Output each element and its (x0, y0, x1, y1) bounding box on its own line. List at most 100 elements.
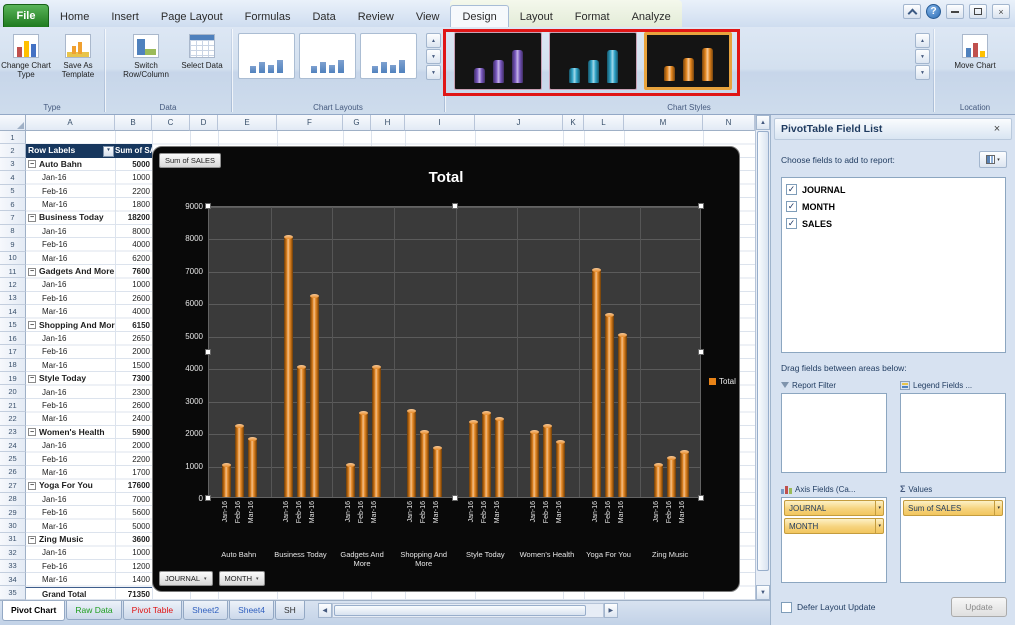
row-header-32[interactable]: 32 (0, 546, 26, 559)
row-header-20[interactable]: 20 (0, 385, 26, 398)
vertical-scrollbar-thumb[interactable] (757, 131, 769, 571)
cell-a23[interactable]: −Women's Health (26, 426, 115, 439)
cell-a18[interactable]: Mar-16 (26, 359, 115, 372)
cell-b15[interactable]: 6150 (115, 319, 152, 332)
bar-women-s-health-feb-16[interactable] (543, 426, 552, 497)
cell-b28[interactable]: 7000 (115, 493, 152, 506)
cell-b31[interactable]: 3600 (115, 533, 152, 546)
field-item-month[interactable]: ✓MONTH (786, 198, 1001, 215)
gallery-up-icon[interactable]: ▲ (915, 33, 930, 48)
row-header-27[interactable]: 27 (0, 479, 26, 492)
row-header-25[interactable]: 25 (0, 452, 26, 465)
field-item-sales[interactable]: ✓SALES (786, 215, 1001, 232)
cell-a34[interactable]: Mar-16 (26, 573, 115, 586)
axis-fields-area[interactable]: JOURNAL▾MONTH▾ (781, 497, 887, 583)
scroll-right-icon[interactable]: ▶ (604, 603, 618, 618)
gallery-down-icon[interactable]: ▼ (915, 49, 930, 64)
selection-handle[interactable] (452, 495, 458, 501)
row-header-15[interactable]: 15 (0, 318, 26, 331)
row-header-13[interactable]: 13 (0, 292, 26, 305)
bar-zing-music-jan-16[interactable] (654, 465, 663, 497)
cell-b27[interactable]: 17600 (115, 479, 152, 492)
collapse-icon[interactable]: − (28, 482, 36, 490)
cell-a20[interactable]: Jan-16 (26, 386, 115, 399)
cell-a6[interactable]: Mar-16 (26, 198, 115, 211)
cell-a19[interactable]: −Style Today (26, 372, 115, 385)
bar-business-today-jan-16[interactable] (284, 237, 293, 497)
bar-business-today-mar-16[interactable] (310, 296, 319, 497)
cell-a31[interactable]: −Zing Music (26, 533, 115, 546)
column-header-i[interactable]: I (405, 115, 475, 131)
cell-b4[interactable]: 1000 (115, 171, 152, 184)
bar-business-today-feb-16[interactable] (297, 367, 306, 497)
cell-b7[interactable]: 18200 (115, 211, 152, 224)
collapse-icon[interactable]: − (28, 160, 36, 168)
update-button[interactable]: Update (951, 597, 1007, 617)
close-icon[interactable]: × (989, 121, 1005, 137)
cell-b34[interactable]: 1400 (115, 573, 152, 586)
row-header-1[interactable]: 1 (0, 131, 26, 144)
chart-style-thumb-purple[interactable] (454, 32, 542, 90)
row-header-29[interactable]: 29 (0, 506, 26, 519)
cell-b14[interactable]: 4000 (115, 305, 152, 318)
cell-b11[interactable]: 7600 (115, 265, 152, 278)
cell-a26[interactable]: Mar-16 (26, 466, 115, 479)
cell-a12[interactable]: Jan-16 (26, 278, 115, 291)
cell-a11[interactable]: −Gadgets And More (26, 265, 115, 278)
collapse-ribbon-icon[interactable] (903, 4, 921, 19)
tab-format[interactable]: Format (564, 6, 621, 27)
maximize-icon[interactable] (969, 4, 987, 19)
cell-b12[interactable]: 1000 (115, 278, 152, 291)
column-header-n[interactable]: N (703, 115, 755, 131)
tab-layout[interactable]: Layout (509, 6, 564, 27)
row-header-18[interactable]: 18 (0, 359, 26, 372)
bar-shopping-and-more-feb-16[interactable] (420, 432, 429, 497)
pivot-field-button-month[interactable]: MONTH ▾ (219, 571, 265, 586)
pivot-field-button-values[interactable]: Sum of SALES (159, 153, 221, 168)
checkbox-journal[interactable]: ✓ (786, 184, 797, 195)
area-field-sum-of-sales[interactable]: Sum of SALES▾ (903, 500, 1003, 516)
cell-b20[interactable]: 2300 (115, 386, 152, 399)
cell-a35[interactable]: Grand Total (26, 587, 115, 600)
cell-a4[interactable]: Jan-16 (26, 171, 115, 184)
selection-handle[interactable] (698, 495, 704, 501)
bar-shopping-and-more-mar-16[interactable] (433, 448, 442, 497)
chart-layout-thumb-1[interactable] (238, 33, 295, 79)
cell-a24[interactable]: Jan-16 (26, 439, 115, 452)
gallery-more-icon[interactable]: ▼ (915, 65, 930, 80)
cell-b3[interactable]: 5000 (115, 158, 152, 171)
column-header-e[interactable]: E (218, 115, 277, 131)
row-header-19[interactable]: 19 (0, 372, 26, 385)
cell-a9[interactable]: Feb-16 (26, 238, 115, 251)
plot-area[interactable] (208, 206, 701, 498)
bar-gadgets-and-more-feb-16[interactable] (359, 413, 368, 497)
tab-home[interactable]: Home (49, 6, 100, 27)
sheet-tab-pivot-table[interactable]: Pivot Table (123, 601, 182, 620)
row-header-5[interactable]: 5 (0, 185, 26, 198)
tab-design[interactable]: Design (450, 5, 508, 27)
column-header-c[interactable]: C (152, 115, 190, 131)
select-all-corner[interactable] (0, 115, 26, 131)
collapse-icon[interactable]: − (28, 321, 36, 329)
row-header-34[interactable]: 34 (0, 573, 26, 586)
close-icon[interactable]: × (992, 4, 1010, 19)
scroll-left-icon[interactable]: ◀ (318, 603, 332, 618)
collapse-icon[interactable]: − (28, 268, 36, 276)
sheet-tab-sheet2[interactable]: Sheet2 (183, 601, 228, 620)
bar-gadgets-and-more-jan-16[interactable] (346, 465, 355, 497)
cell-a3[interactable]: −Auto Bahn (26, 158, 115, 171)
cell-b30[interactable]: 5000 (115, 520, 152, 533)
vertical-scrollbar-track[interactable] (756, 130, 770, 585)
column-header-b[interactable]: B (115, 115, 152, 131)
tab-analyze[interactable]: Analyze (621, 6, 682, 27)
row-header-35[interactable]: 35 (0, 586, 26, 599)
column-header-k[interactable]: K (563, 115, 584, 131)
cell-a14[interactable]: Mar-16 (26, 305, 115, 318)
row-header-22[interactable]: 22 (0, 412, 26, 425)
scroll-up-icon[interactable]: ▲ (756, 115, 770, 130)
column-header-h[interactable]: H (371, 115, 405, 131)
row-header-2[interactable]: 2 (0, 144, 26, 157)
pivot-chart[interactable]: Sum of SALES Total Total JOURNAL ▾ MONTH… (152, 146, 740, 592)
field-item-journal[interactable]: ✓JOURNAL (786, 181, 1001, 198)
tab-review[interactable]: Review (347, 6, 405, 27)
